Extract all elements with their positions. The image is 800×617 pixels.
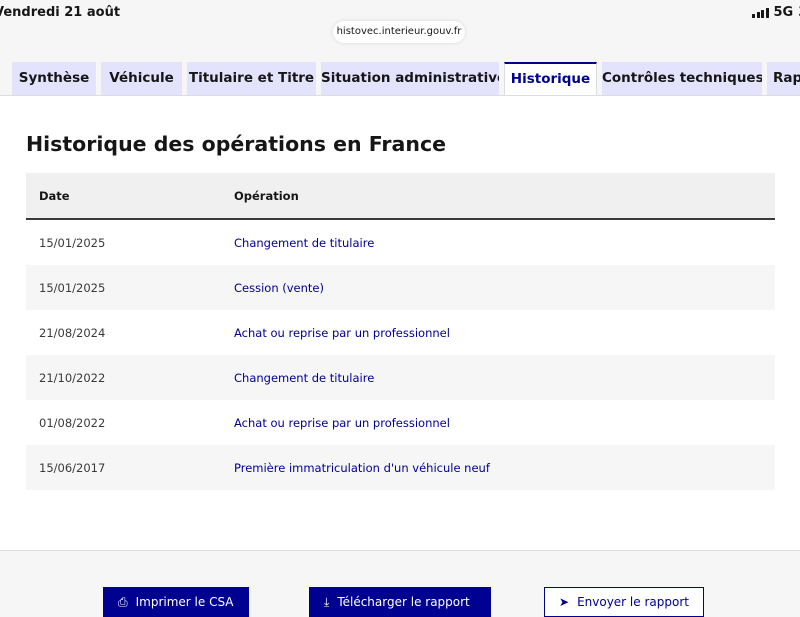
column-header-operation: Opération (221, 173, 775, 220)
row-operation: Changement de titulaire (221, 355, 775, 400)
address-bar[interactable]: histovec.interieur.gouv.fr (333, 21, 465, 43)
tab-titulaire-et-titre[interactable]: Titulaire et Titre (187, 62, 316, 95)
tab-historique[interactable]: Historique (504, 62, 597, 96)
row-date: 21/10/2022 (26, 355, 221, 400)
row-operation: Cession (vente) (221, 265, 775, 310)
download-icon: ⤓ (324, 595, 330, 609)
print-icon: ⎙ (118, 595, 128, 609)
row-operation: Changement de titulaire (234, 235, 375, 250)
row-date: 21/08/2024 (39, 325, 106, 340)
row-date: 15/06/2017 (26, 445, 221, 490)
print-csa-label: Imprimer le CSA (135, 595, 234, 609)
table-row: 21/08/2024 Achat ou reprise par un profe… (26, 310, 775, 355)
send-report-button[interactable]: ➤ Envoyer le rapport (544, 587, 704, 617)
tab-synthese[interactable]: Synthèse (12, 62, 96, 95)
tab-controles-techniques[interactable]: Contrôles techniques (602, 62, 762, 95)
column-header-date: Date (26, 173, 221, 220)
row-operation: Achat ou reprise par un professionnel (234, 415, 450, 430)
download-report-button[interactable]: ⤓ Télécharger le rapport (309, 587, 491, 617)
tab-rapport[interactable]: Rapport (767, 62, 800, 95)
history-table: Date Opération 15/01/2025 Changement de … (26, 173, 775, 490)
print-csa-button[interactable]: ⎙ Imprimer le CSA (103, 587, 249, 617)
row-date: 15/01/2025 (39, 235, 106, 250)
table-row: 21/10/2022 Changement de titulaire (26, 355, 775, 400)
send-report-label: Envoyer le rapport (577, 595, 689, 609)
status-time: Vendredi 21 août (0, 5, 121, 20)
table-row: 01/08/2022 Achat ou reprise par un profe… (26, 400, 775, 445)
row-operation: Première immatriculation d'un véhicule n… (221, 445, 775, 490)
send-icon: ➤ (559, 595, 570, 609)
section-title: Historique des opérations en France (26, 132, 446, 156)
table-row: 15/01/2025 Changement de titulaire (26, 219, 775, 265)
row-date: 15/01/2025 (26, 265, 221, 310)
row-operation: Achat ou reprise par un professionnel (234, 325, 450, 340)
table-row: 15/01/2025 Cession (vente) (26, 265, 775, 310)
table-header-row: Date Opération (26, 173, 775, 220)
row-date: 01/08/2022 (39, 415, 106, 430)
historique-panel: Historique des opérations en France Date… (0, 95, 800, 551)
tab-vehicule[interactable]: Véhicule (101, 62, 182, 95)
download-report-label: Télécharger le rapport (337, 595, 470, 609)
signal-icon (752, 7, 769, 18)
tab-bar: Synthèse Véhicule Titulaire et Titre Sit… (0, 62, 800, 96)
network-label: 5G (773, 5, 794, 20)
table-row: 15/06/2017 Première immatriculation d'un… (26, 445, 775, 490)
status-indicators: 5G 35 (752, 5, 800, 20)
tab-situation-administrative[interactable]: Situation administrative (321, 62, 499, 95)
